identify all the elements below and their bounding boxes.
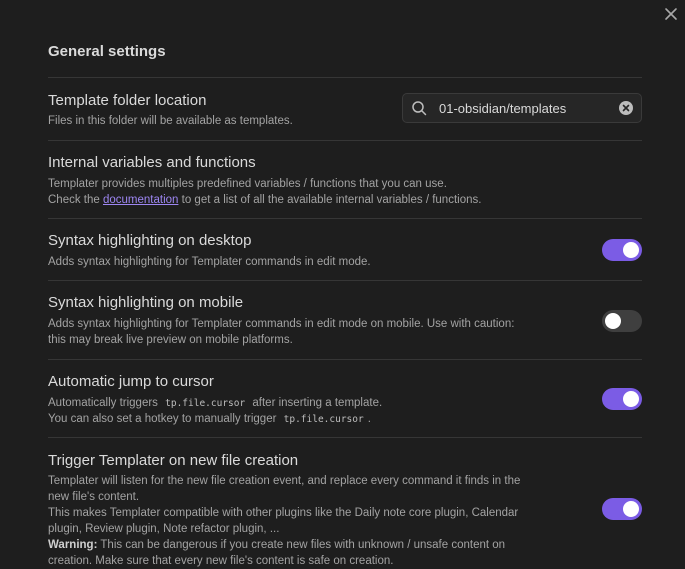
jump-to-cursor-toggle[interactable]	[602, 388, 642, 410]
setting-name: Internal variables and functions	[48, 154, 256, 171]
warning-label: Warning:	[48, 539, 98, 551]
trigger-on-create-toggle[interactable]	[602, 498, 642, 520]
syntax-desktop-toggle[interactable]	[602, 239, 642, 261]
setting-name: Syntax highlighting on desktop	[48, 232, 252, 249]
setting-syntax-desktop: Syntax highlighting on desktop Adds synt…	[48, 218, 642, 280]
toggle-knob	[623, 391, 639, 407]
setting-syntax-mobile: Syntax highlighting on mobile Adds synta…	[48, 280, 642, 360]
syntax-mobile-toggle[interactable]	[602, 310, 642, 332]
toggle-knob	[623, 501, 639, 517]
setting-name: Trigger Templater on new file creation	[48, 452, 299, 469]
code-snippet: tp.file.cursor	[283, 414, 364, 425]
setting-name: Syntax highlighting on mobile	[48, 294, 244, 311]
code-snippet: tp.file.cursor	[165, 398, 246, 409]
template-folder-input[interactable]	[439, 98, 609, 118]
setting-description: Templater will listen for the new file c…	[48, 475, 521, 567]
toggle-knob	[623, 242, 639, 258]
setting-trigger-on-create: Trigger Templater on new file creation T…	[48, 437, 642, 567]
search-icon	[411, 100, 427, 116]
setting-description: Templater provides multiples predefined …	[48, 178, 482, 206]
toggle-knob	[605, 313, 621, 329]
setting-name: Template folder location	[48, 92, 207, 109]
setting-internal-variables: Internal variables and functions Templat…	[48, 140, 642, 218]
clear-icon[interactable]	[619, 101, 633, 115]
template-folder-search[interactable]	[402, 93, 642, 123]
setting-description: Adds syntax highlighting for Templater c…	[48, 256, 371, 268]
close-icon[interactable]	[662, 5, 680, 23]
setting-name: Automatic jump to cursor	[48, 373, 214, 390]
setting-description: Automatically triggers tp.file.cursor af…	[48, 397, 383, 425]
setting-description: Files in this folder will be available a…	[48, 115, 293, 127]
setting-jump-to-cursor: Automatic jump to cursor Automatically t…	[48, 359, 642, 437]
setting-template-folder: Template folder location Files in this f…	[48, 77, 642, 140]
documentation-link[interactable]: documentation	[103, 194, 178, 206]
setting-description: Adds syntax highlighting for Templater c…	[48, 318, 515, 346]
section-title: General settings	[48, 43, 166, 60]
